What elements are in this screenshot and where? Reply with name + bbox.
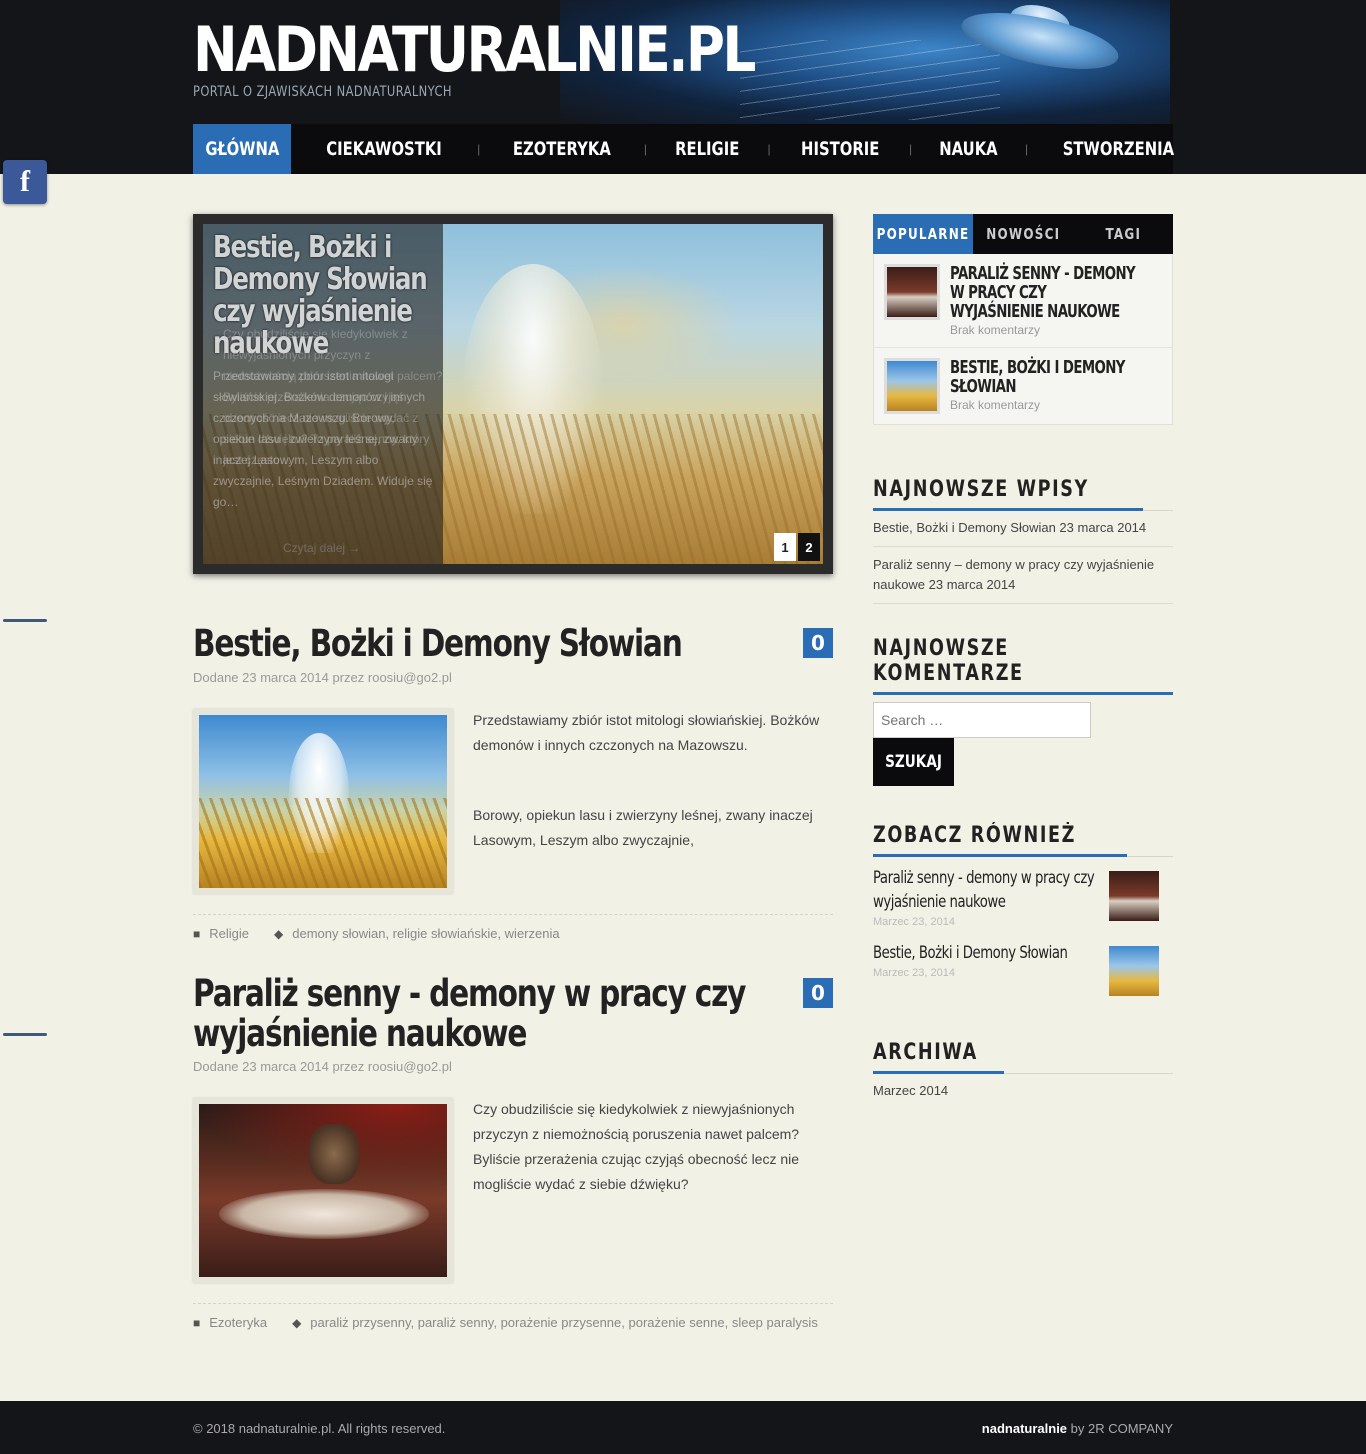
post-thumbnail[interactable] bbox=[193, 1098, 453, 1283]
side-divider bbox=[3, 619, 47, 622]
popular-thumbnail[interactable] bbox=[884, 358, 940, 414]
tab-tagi[interactable]: TAGI bbox=[1073, 214, 1173, 254]
post-meta: Dodane 23 marca 2014 przez roosiu@go2.pl bbox=[193, 670, 452, 685]
slide-caption-panel: Bestie, Bożki i Demony Słowian czy wyjaś… bbox=[203, 224, 443, 564]
featured-slider[interactable]: Bestie, Bożki i Demony Słowian czy wyjaś… bbox=[193, 214, 833, 574]
folder-icon: ■ bbox=[193, 926, 201, 941]
see-also-thumbnail[interactable] bbox=[1109, 871, 1159, 921]
see-also-title[interactable]: Bestie, Bożki i Demony Słowian bbox=[873, 941, 1099, 965]
post-meta: Dodane 23 marca 2014 przez roosiu@go2.pl bbox=[193, 1059, 452, 1074]
slider-page-2-button[interactable]: 2 bbox=[798, 533, 820, 561]
popular-item[interactable]: BESTIE, BOŻKI I DEMONY SŁOWIAN Brak kome… bbox=[874, 348, 1172, 424]
side-divider bbox=[3, 1033, 47, 1036]
post-excerpt: Czy obudziliście się kiedykolwiek z niew… bbox=[473, 1097, 833, 1242]
widget-title-recent-comments: NAJNOWSZE KOMENTARZE bbox=[873, 636, 1173, 695]
nav-item-ezoteryka[interactable]: EZOTERYKA bbox=[480, 124, 644, 174]
nav-item-religie[interactable]: RELIGIE bbox=[647, 124, 767, 174]
popular-list: PARALIŻ SENNY - DEMONY W PRACY CZY WYJAŚ… bbox=[873, 254, 1173, 425]
post-article: Paraliż senny - demony w pracy czy wyjaś… bbox=[193, 974, 833, 1334]
tab-bar: POPULARNE NOWOŚCI TAGI bbox=[873, 214, 1173, 254]
footer-credit: nadnaturalnie by 2R COMPANY bbox=[981, 1421, 1173, 1436]
post-tags-links[interactable]: demony słowian, religie słowiańskie, wie… bbox=[292, 926, 559, 941]
excerpt-paragraph: Borowy, opiekun lasu i zwierzyny leśnej,… bbox=[473, 807, 813, 848]
main-nav: GŁÓWNA CIEKAWOSTKI | EZOTERYKA | RELIGIE… bbox=[193, 124, 1174, 174]
popular-title[interactable]: PARALIŻ SENNY - DEMONY W PRACY CZY WYJAŚ… bbox=[950, 264, 1142, 321]
nav-item-glowna[interactable]: GŁÓWNA bbox=[193, 124, 291, 174]
archive-link[interactable]: Marzec 2014 bbox=[873, 1083, 948, 1098]
tag-icon: ◆ bbox=[274, 926, 284, 941]
comment-count-badge[interactable]: 0 bbox=[803, 978, 833, 1008]
nav-item-stworzenia[interactable]: STWORZENIA bbox=[1028, 124, 1209, 174]
popular-thumbnail[interactable] bbox=[884, 264, 940, 320]
nav-item-historie[interactable]: HISTORIE bbox=[771, 124, 909, 174]
see-also-item[interactable]: Bestie, Bożki i Demony Słowian Marzec 23… bbox=[873, 941, 1173, 996]
widget-title-see-also: ZOBACZ RÓWNIEŻ bbox=[873, 823, 1173, 857]
post-thumbnail[interactable] bbox=[193, 709, 453, 894]
popular-item[interactable]: PARALIŻ SENNY - DEMONY W PRACY CZY WYJAŚ… bbox=[874, 254, 1172, 348]
nav-item-nauka[interactable]: NAUKA bbox=[912, 124, 1025, 174]
recent-post-link[interactable]: Paraliż senny – demony w pracy czy wyjaś… bbox=[873, 547, 1173, 604]
post-excerpt: Przedstawiamy zbiór istot mitologi słowi… bbox=[473, 708, 833, 898]
slider-page-1-button[interactable]: 1 bbox=[774, 533, 796, 561]
post-article: Bestie, Bożki i Demony Słowian 0 Dodane … bbox=[193, 624, 833, 941]
see-also-title[interactable]: Paraliż senny - demony w pracy czy wyjaś… bbox=[873, 866, 1099, 914]
post-category-link[interactable]: Religie bbox=[209, 926, 249, 941]
tab-nowosci[interactable]: NOWOŚCI bbox=[973, 214, 1073, 254]
slide-read-more-link[interactable]: Czytaj dalej → bbox=[283, 541, 360, 555]
post-category-link[interactable]: Ezoteryka bbox=[209, 1315, 267, 1330]
folder-icon: ■ bbox=[193, 1315, 201, 1330]
popular-comments: Brak komentarzy bbox=[950, 323, 1041, 337]
post-footer: ■ Religie ◆ demony słowian, religie słow… bbox=[193, 914, 833, 941]
popular-comments: Brak komentarzy bbox=[950, 398, 1041, 412]
site-logo-title[interactable]: NADNATURALNIE.PL bbox=[193, 14, 756, 86]
tag-icon: ◆ bbox=[292, 1315, 302, 1330]
search-input[interactable] bbox=[873, 702, 1091, 738]
popular-title[interactable]: BESTIE, BOŻKI I DEMONY SŁOWIAN bbox=[950, 358, 1142, 396]
post-title[interactable]: Paraliż senny - demony w pracy czy wyjaś… bbox=[193, 974, 785, 1054]
slide-text-next: Czy obudziliście się kiedykolwiek z niew… bbox=[223, 327, 443, 467]
see-also-item[interactable]: Paraliż senny - demony w pracy czy wyjaś… bbox=[873, 866, 1173, 928]
comment-count-badge[interactable]: 0 bbox=[803, 628, 833, 658]
footer-site-link[interactable]: nadnaturalnie bbox=[982, 1421, 1067, 1436]
widget-title-recent-posts: NAJNOWSZE WPISY bbox=[873, 477, 1173, 511]
popular-tabs-widget: POPULARNE NOWOŚCI TAGI PARALIŻ SENNY - D… bbox=[873, 214, 1173, 425]
excerpt-paragraph: Czy obudziliście się kiedykolwiek z niew… bbox=[473, 1101, 800, 1192]
tab-popularne[interactable]: POPULARNE bbox=[873, 214, 973, 254]
facebook-icon[interactable]: f bbox=[3, 160, 47, 204]
search-button[interactable]: SZUKAJ bbox=[873, 738, 954, 786]
post-title[interactable]: Bestie, Bożki i Demony Słowian bbox=[193, 624, 785, 664]
nav-item-ciekawostki[interactable]: CIEKAWOSTKI bbox=[291, 124, 477, 174]
site-tagline: PORTAL O ZJAWISKACH NADNATURALNYCH bbox=[193, 84, 452, 100]
see-also-thumbnail[interactable] bbox=[1109, 946, 1159, 996]
widget-title-archives: ARCHIWA bbox=[873, 1040, 1173, 1074]
recent-posts-list: Bestie, Bożki i Demony Słowian 23 marca … bbox=[873, 510, 1173, 604]
site-footer: © 2018 nadnaturalnie.pl. All rights rese… bbox=[0, 1401, 1366, 1454]
excerpt-paragraph: Przedstawiamy zbiór istot mitologi słowi… bbox=[473, 712, 820, 753]
recent-post-link[interactable]: Bestie, Bożki i Demony Słowian 23 marca … bbox=[873, 510, 1173, 547]
post-footer: ■ Ezoteryka ◆ paraliż przysenny, paraliż… bbox=[193, 1303, 833, 1330]
post-tags-links[interactable]: paraliż przysenny, paraliż senny, poraże… bbox=[310, 1315, 818, 1330]
footer-copyright: © 2018 nadnaturalnie.pl. All rights rese… bbox=[193, 1421, 446, 1436]
